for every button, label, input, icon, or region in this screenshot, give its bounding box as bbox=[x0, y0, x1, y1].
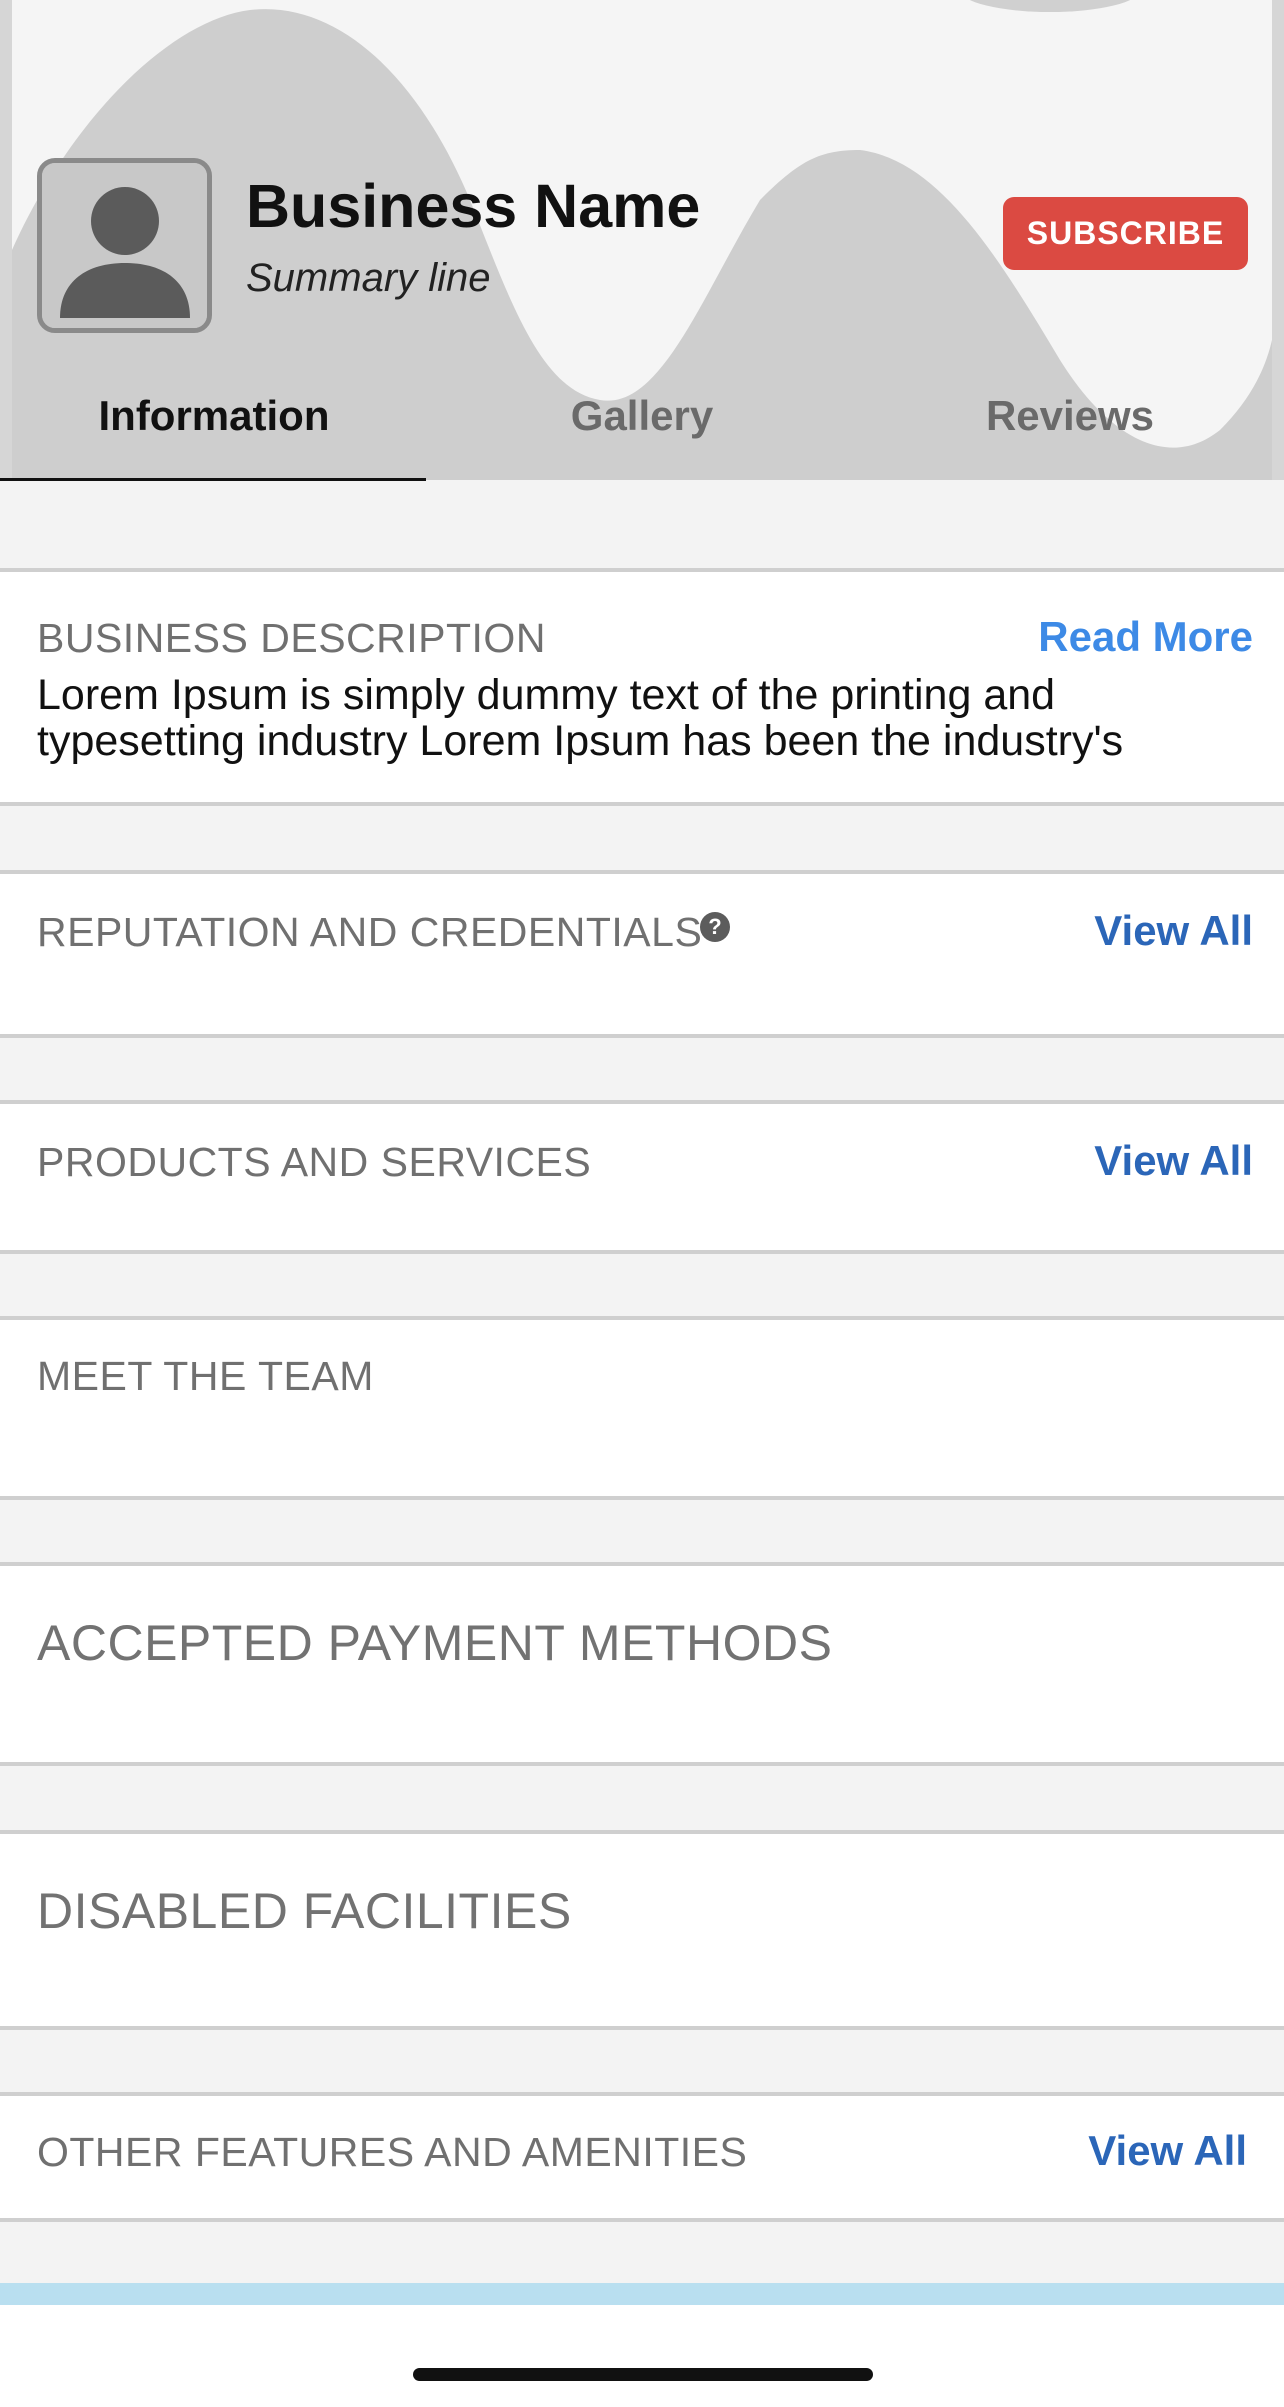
read-more-link[interactable]: Read More bbox=[1038, 616, 1253, 658]
bottom-safe-area bbox=[0, 2305, 1284, 2407]
section-products: PRODUCTS AND SERVICES View All bbox=[0, 1100, 1284, 1254]
section-title: OTHER FEATURES AND AMENITIES bbox=[37, 2129, 748, 2175]
view-all-reputation-link[interactable]: View All bbox=[1094, 910, 1253, 952]
view-all-products-link[interactable]: View All bbox=[1094, 1140, 1253, 1182]
business-name: Business Name bbox=[246, 172, 701, 240]
section-title: REPUTATION AND CREDENTIALS bbox=[37, 909, 703, 955]
section-disabled-facilities: DISABLED FACILITIES bbox=[0, 1830, 1284, 2030]
section-title: DISABLED FACILITIES bbox=[37, 1883, 572, 1939]
person-icon bbox=[42, 163, 207, 328]
view-all-amenities-link[interactable]: View All bbox=[1088, 2130, 1247, 2172]
active-tab-indicator bbox=[0, 478, 426, 481]
section-title: PRODUCTS AND SERVICES bbox=[37, 1139, 592, 1185]
business-description-text: Lorem Ipsum is simply dummy text of the … bbox=[37, 671, 1124, 765]
section-amenities: OTHER FEATURES AND AMENITIES View All bbox=[0, 2092, 1284, 2222]
section-reputation: REPUTATION AND CREDENTIALS ? View All bbox=[0, 870, 1284, 1038]
section-title: BUSINESS DESCRIPTION bbox=[37, 615, 546, 661]
business-profile-screen: Business Name Summary line SUBSCRIBE Inf… bbox=[0, 0, 1284, 2407]
section-meet-the-team: MEET THE TEAM bbox=[0, 1316, 1284, 1500]
subscribe-button[interactable]: SUBSCRIBE bbox=[1003, 197, 1248, 270]
section-business-description: BUSINESS DESCRIPTION Read More Lorem Ips… bbox=[0, 568, 1284, 806]
help-icon[interactable]: ? bbox=[700, 912, 730, 942]
tab-gallery[interactable]: Gallery bbox=[428, 370, 856, 480]
tab-reviews[interactable]: Reviews bbox=[856, 370, 1284, 480]
summary-line: Summary line bbox=[246, 256, 491, 300]
profile-tabs: Information Gallery Reviews bbox=[0, 370, 1284, 480]
cover-banner: Business Name Summary line SUBSCRIBE Inf… bbox=[0, 0, 1284, 480]
section-title: ACCEPTED PAYMENT METHODS bbox=[37, 1615, 833, 1671]
tab-information[interactable]: Information bbox=[0, 370, 428, 480]
section-title: MEET THE TEAM bbox=[37, 1353, 374, 1399]
map-preview[interactable] bbox=[0, 2283, 1284, 2307]
business-avatar bbox=[37, 158, 212, 333]
home-indicator[interactable] bbox=[413, 2368, 873, 2381]
section-payment-methods: ACCEPTED PAYMENT METHODS bbox=[0, 1562, 1284, 1766]
